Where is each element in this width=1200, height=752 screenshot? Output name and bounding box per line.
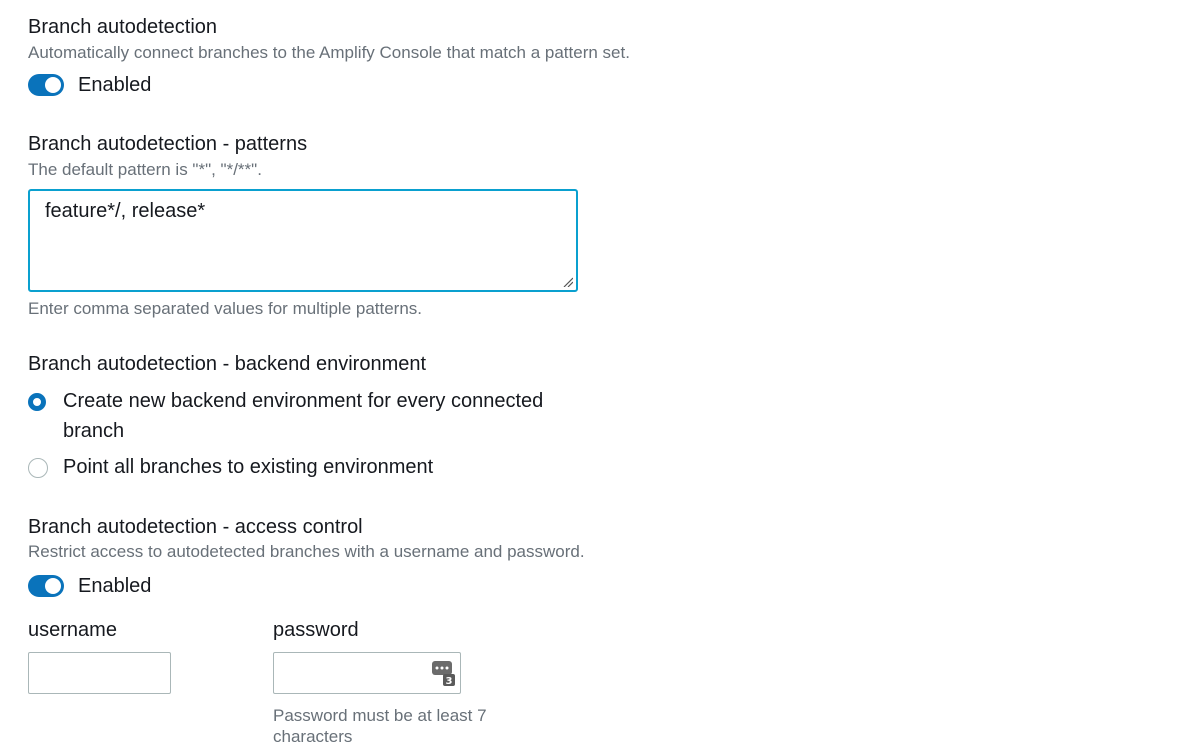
autodetection-label: Branch autodetection [28,16,218,38]
access-control-toggle[interactable] [28,575,64,597]
password-hint: Password must be at least 7 characters [273,706,487,746]
patterns-textarea[interactable]: feature*/, release* [28,189,578,292]
backend-option-create-label: Create new backend environment for every… [63,390,544,442]
patterns-label: Branch autodetection - patterns [28,133,308,155]
password-manager-badge: 3 [446,676,453,687]
password-manager-key-icon[interactable]: 3 [431,659,457,687]
resize-handle-icon[interactable] [563,277,573,287]
backend-option-existing[interactable]: Point all branches to existing environme… [28,456,583,482]
patterns-hint: Enter comma separated values for multipl… [28,299,423,318]
access-control-label: Branch autodetection - access control [28,516,363,538]
patterns-textarea-value: feature*/, release* [45,200,206,222]
patterns-description: The default pattern is "*", "*/**". [28,160,262,179]
autodetection-toggle-label: Enabled [78,73,152,96]
access-control-description: Restrict access to autodetected branches… [28,542,585,561]
branch-autodetection-settings: Branch autodetection Automatically conne… [0,0,1200,752]
backend-option-create[interactable]: Create new backend environment for every… [28,390,583,446]
access-control-toggle-row[interactable]: Enabled [28,572,151,600]
password-input[interactable]: 3 [273,652,461,694]
autodetection-description: Automatically connect branches to the Am… [28,43,630,62]
access-control-toggle-label: Enabled [78,574,152,597]
password-label: password [273,619,359,641]
radio-button-selected[interactable] [28,393,46,411]
username-label: username [28,619,117,641]
username-input[interactable] [28,652,171,694]
toggle-knob [45,77,61,93]
autodetection-toggle[interactable] [28,74,64,96]
radio-button-unselected[interactable] [28,458,48,478]
toggle-knob [45,578,61,594]
backend-label: Branch autodetection - backend environme… [28,353,427,375]
backend-option-existing-label: Point all branches to existing environme… [63,456,434,478]
autodetection-toggle-row[interactable]: Enabled [28,71,151,99]
